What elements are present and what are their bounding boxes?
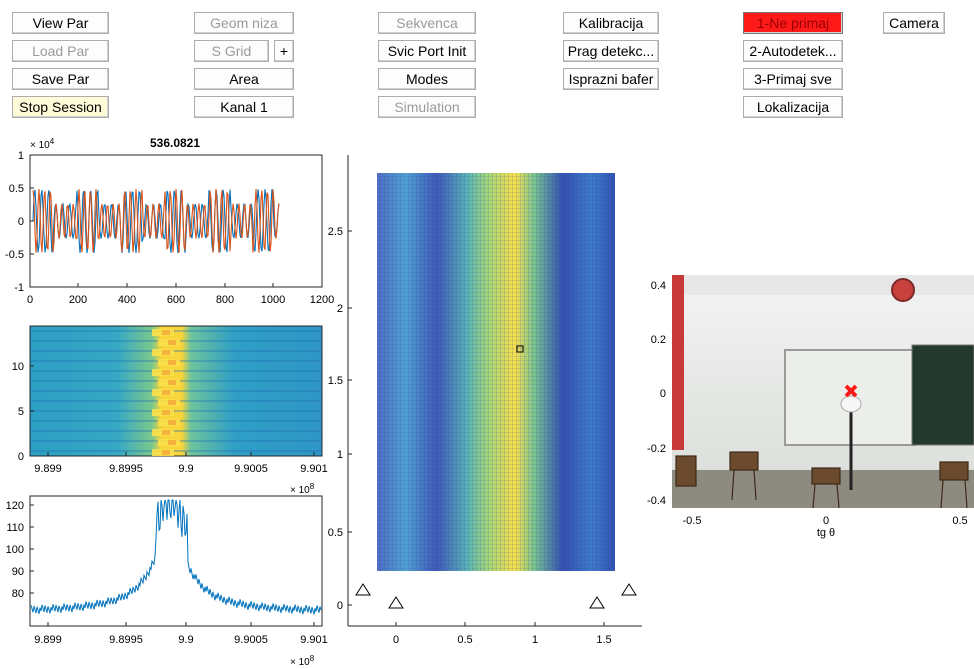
tick-label: -1: [14, 282, 24, 294]
tick-label: 600: [167, 294, 185, 306]
tick-label: 9.9005: [234, 634, 268, 646]
tick-label: 9.899: [34, 634, 62, 646]
spectrogram-plot: 9.899 9.8995 9.9 9.9005 9.901 10 5 0 × 108: [12, 325, 328, 496]
plot-canvas: 536.0821 × 104 0 200 400 600 800 1000 120010.5…: [5, 136, 974, 668]
tick-label: 0.5: [9, 183, 24, 195]
tick-label: 110: [6, 522, 24, 534]
tick-label: 0.2: [651, 334, 666, 346]
clock-icon: [891, 278, 915, 302]
tick-label: 200: [69, 294, 87, 306]
tick-label: 0.5: [328, 527, 343, 539]
sensor-triangle-icon: [589, 596, 605, 609]
tick-label: 1.5: [328, 375, 343, 387]
tick-label: 9.901: [300, 463, 328, 475]
time-plot-exponent: × 104: [30, 137, 55, 151]
sensor-triangle-icon: [355, 583, 371, 596]
camera-view: -0.5 0 0.5 0.4 0.2 0 -0.2 -0.4 tg θ: [647, 275, 974, 539]
tick-label: 1.5: [596, 634, 611, 646]
tick-label: 10: [12, 361, 24, 373]
tick-label: -0.5: [5, 249, 24, 261]
sensor-triangle-icon: [621, 583, 637, 596]
tick-label: 1: [532, 634, 538, 646]
tick-label: 1: [337, 449, 343, 461]
tick-label: 120: [6, 500, 24, 512]
tick-label: 0.5: [952, 515, 967, 527]
time-plot-title: 536.0821: [150, 136, 200, 150]
tick-label: -0.4: [647, 495, 666, 507]
camera-x-label: tg θ: [817, 527, 835, 539]
tick-label: 100: [6, 544, 24, 556]
time-plot: 536.0821 × 104 0 200 400 600 800 1000 1200 1 0.5…: [5, 136, 334, 306]
tick-label: 0: [660, 388, 666, 400]
tick-label: 0: [393, 634, 399, 646]
tick-label: 80: [12, 588, 24, 600]
tick-label: 400: [118, 294, 136, 306]
tick-label: 0.5: [457, 634, 472, 646]
tick-label: -0.5: [683, 515, 702, 527]
tick-label: 9.8995: [109, 634, 143, 646]
spectrum-exponent: × 108: [290, 654, 315, 668]
tick-label: 9.899: [34, 463, 62, 475]
tick-label: 0: [18, 216, 24, 228]
tick-label: 2.5: [328, 226, 343, 238]
tick-label: 0: [18, 451, 24, 463]
array-sensors: [355, 583, 637, 609]
sensor-triangle-icon: [388, 596, 404, 609]
tick-label: 9.901: [300, 634, 328, 646]
tick-label: 0.4: [651, 280, 666, 292]
tick-label: 9.9: [178, 463, 193, 475]
tick-label: 9.9: [178, 634, 193, 646]
tick-label: 800: [216, 294, 234, 306]
tick-label: 2: [337, 303, 343, 315]
tick-label: -0.2: [647, 443, 666, 455]
tick-label: 9.9005: [234, 463, 268, 475]
tick-label: 90: [12, 566, 24, 578]
tick-label: 5: [18, 406, 24, 418]
tick-label: 1000: [261, 294, 285, 306]
tick-label: 1200: [310, 294, 334, 306]
spectrogram-exponent: × 108: [290, 482, 315, 496]
tick-label: 9.8995: [109, 463, 143, 475]
tick-label: 1: [18, 150, 24, 162]
tick-label: 0: [337, 600, 343, 612]
tick-label: 0: [27, 294, 33, 306]
localization-map: 0 0.5 1 1.5 2.5 2 1.5 1 0.5 0: [328, 155, 642, 646]
tick-label: 0: [823, 515, 829, 527]
spectrum-plot: 9.899 9.8995 9.9 9.9005 9.901 120 110 100 90 80 ×…: [6, 495, 328, 668]
